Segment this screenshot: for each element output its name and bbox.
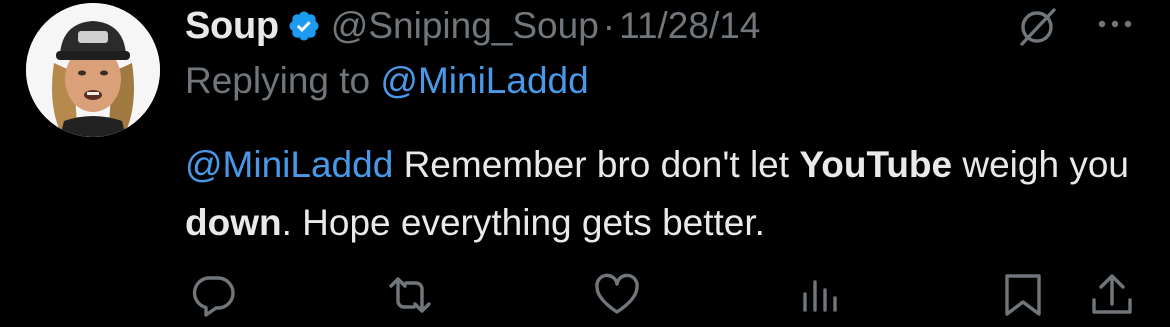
text-bold-down: down: [185, 202, 282, 243]
text-bold-youtube: YouTube: [799, 144, 953, 185]
like-icon[interactable]: [592, 270, 642, 320]
tweet-text: @MiniLaddd Remember bro don't let YouTub…: [185, 136, 1145, 252]
tweet-date[interactable]: 11/28/14: [619, 5, 760, 47]
retweet-icon[interactable]: [385, 270, 435, 320]
tweet-header: Soup @Sniping_Soup · 11/28/14: [185, 0, 760, 52]
replying-to-mention[interactable]: @MiniLaddd: [380, 60, 588, 101]
share-icon[interactable]: [1087, 270, 1137, 320]
avatar-image: [26, 3, 160, 137]
reply-icon[interactable]: [188, 270, 238, 320]
replying-to-label: Replying to: [185, 60, 381, 101]
text-part-2: weigh you: [952, 144, 1129, 185]
avatar[interactable]: [26, 3, 160, 137]
user-handle[interactable]: @Sniping_Soup: [331, 5, 599, 47]
text-part-3: . Hope everything gets better.: [281, 202, 765, 243]
replying-to: Replying to @MiniLaddd: [185, 60, 589, 102]
bookmark-icon[interactable]: [998, 270, 1048, 320]
verified-badge-icon[interactable]: [287, 9, 321, 43]
display-name[interactable]: Soup: [185, 5, 279, 48]
text-part-1: Remember bro don't let: [393, 144, 800, 185]
text-mention[interactable]: @MiniLaddd: [185, 144, 393, 185]
more-options-icon[interactable]: [1090, 14, 1140, 34]
separator-dot: ·: [602, 5, 616, 46]
views-icon[interactable]: [796, 270, 846, 320]
grok-icon[interactable]: [1012, 6, 1062, 48]
